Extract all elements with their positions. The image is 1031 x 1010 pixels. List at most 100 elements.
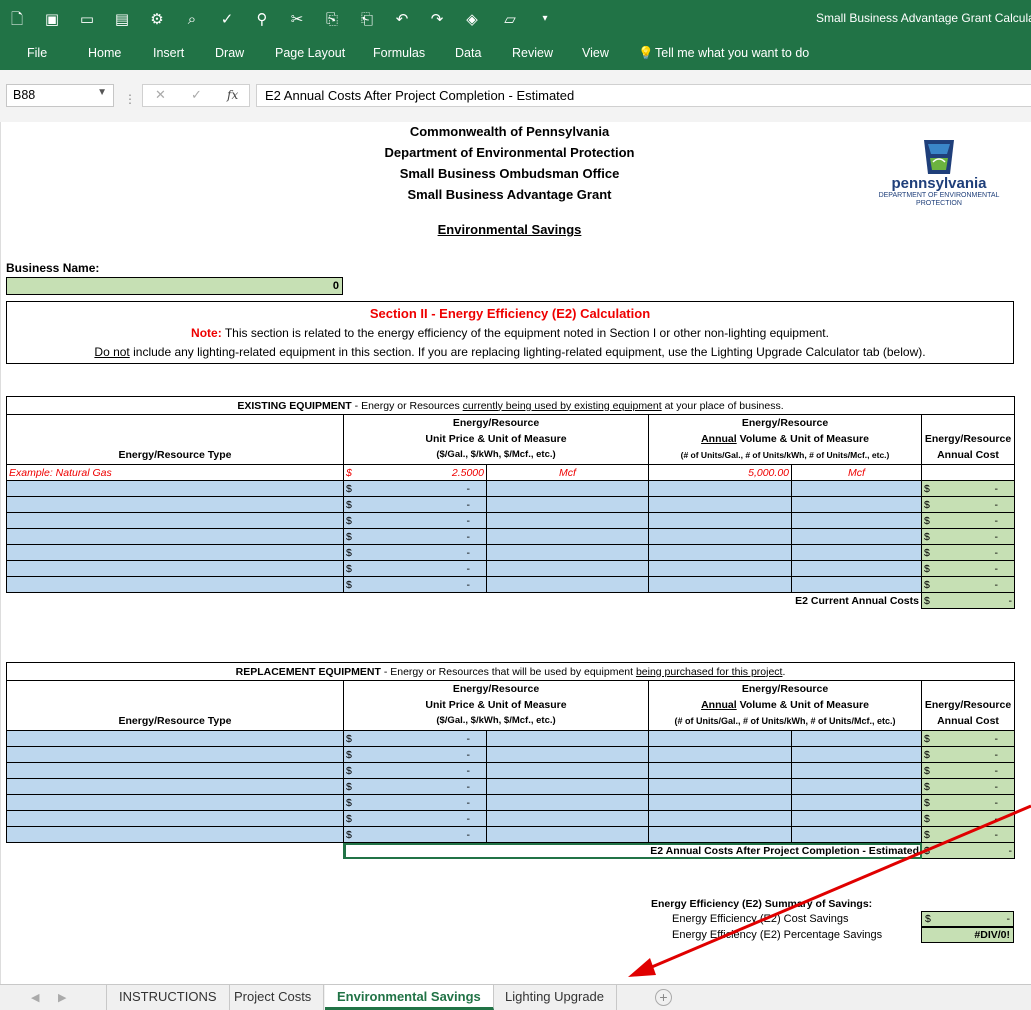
volume-cell[interactable] [648,480,792,497]
price-cell[interactable]: $ - [343,778,487,795]
format-painter-icon[interactable]: ⚙ [147,9,167,29]
tab-scroll-right-icon[interactable]: ▶ [58,991,66,1004]
save-all-icon[interactable]: ▤ [112,9,132,29]
type-cell[interactable] [6,576,344,593]
tab-environmental-savings[interactable]: Environmental Savings [325,985,494,1010]
tell-me-input[interactable]: Tell me what you want to do [655,46,809,60]
fill-color-icon[interactable]: ◈ [462,9,482,29]
volume-cell[interactable] [648,778,792,795]
redo-icon[interactable]: ↷ [427,9,447,29]
price-cell[interactable]: $ - [343,794,487,811]
type-cell[interactable] [6,512,344,529]
type-cell[interactable] [6,794,344,811]
new-icon[interactable]: 🗋 [7,9,27,29]
paste-icon[interactable]: ⎗ [357,9,377,29]
price-cell[interactable]: $ - [343,826,487,843]
volume-unit-cell[interactable] [791,810,922,827]
price-unit-cell[interactable] [486,810,649,827]
volume-cell[interactable] [648,576,792,593]
volume-cell[interactable] [648,746,792,763]
volume-unit-cell[interactable] [791,826,922,843]
tab-project-costs[interactable]: Project Costs [222,985,325,1010]
undo-icon[interactable]: ↶ [392,9,412,29]
price-cell[interactable]: $ - [343,746,487,763]
formula-input[interactable]: E2 Annual Costs After Project Completion… [256,84,1031,107]
type-cell[interactable] [6,544,344,561]
type-cell[interactable] [6,560,344,577]
volume-unit-cell[interactable] [791,730,922,747]
volume-unit-cell[interactable] [791,762,922,779]
price-cell[interactable]: $ - [343,560,487,577]
price-cell[interactable]: $ - [343,480,487,497]
volume-cell[interactable] [648,528,792,545]
menu-data[interactable]: Data [455,46,481,60]
price-cell[interactable]: $ - [343,512,487,529]
price-unit-cell[interactable] [486,528,649,545]
volume-unit-cell[interactable] [791,746,922,763]
volume-cell[interactable] [648,810,792,827]
price-unit-cell[interactable] [486,826,649,843]
volume-unit-cell[interactable] [791,512,922,529]
volume-unit-cell[interactable] [791,778,922,795]
price-unit-cell[interactable] [486,544,649,561]
price-unit-cell[interactable] [486,762,649,779]
replacement-total-label[interactable]: E2 Annual Costs After Project Completion… [343,842,922,859]
price-unit-cell[interactable] [486,730,649,747]
volume-unit-cell[interactable] [791,576,922,593]
menu-insert[interactable]: Insert [153,46,184,60]
type-cell[interactable] [6,480,344,497]
volume-cell[interactable] [648,560,792,577]
price-unit-cell[interactable] [486,576,649,593]
type-cell[interactable] [6,826,344,843]
business-name-cell[interactable]: 0 [6,277,343,295]
tab-lighting-upgrade[interactable]: Lighting Upgrade [493,985,618,1010]
menu-formulas[interactable]: Formulas [373,46,425,60]
cut-icon[interactable]: ✂ [287,9,307,29]
volume-cell[interactable] [648,496,792,513]
open-icon[interactable]: ▱ [500,9,520,29]
price-cell[interactable]: $ - [343,496,487,513]
volume-cell[interactable] [648,730,792,747]
save-icon[interactable]: ▭ [77,9,97,29]
price-cell[interactable]: $ - [343,544,487,561]
price-cell[interactable]: $ - [343,528,487,545]
volume-cell[interactable] [648,826,792,843]
price-unit-cell[interactable] [486,560,649,577]
volume-cell[interactable] [648,512,792,529]
type-cell[interactable] [6,528,344,545]
tab-scroll-left-icon[interactable]: ◀ [31,991,39,1004]
cancel-icon[interactable]: ✕ [155,87,166,103]
type-cell[interactable] [6,730,344,747]
type-cell[interactable] [6,810,344,827]
menu-review[interactable]: Review [512,46,553,60]
volume-unit-cell[interactable] [791,496,922,513]
volume-unit-cell[interactable] [791,480,922,497]
volume-cell[interactable] [648,794,792,811]
enter-icon[interactable]: ✓ [191,87,202,103]
price-unit-cell[interactable] [486,794,649,811]
menu-file[interactable]: File [27,46,47,60]
volume-cell[interactable] [648,762,792,779]
find-icon[interactable]: ⚲ [252,9,272,29]
menu-draw[interactable]: Draw [215,46,244,60]
chevron-down-icon[interactable]: ▼ [97,87,107,98]
volume-unit-cell[interactable] [791,794,922,811]
price-unit-cell[interactable] [486,746,649,763]
menu-home[interactable]: Home [88,46,121,60]
add-sheet-icon[interactable]: + [655,989,672,1006]
insert-function-icon[interactable]: fx [227,88,238,102]
type-cell[interactable] [6,778,344,795]
volume-unit-cell[interactable] [791,544,922,561]
copy-icon[interactable]: ⎘ [322,9,342,29]
price-unit-cell[interactable] [486,496,649,513]
price-cell[interactable]: $ - [343,576,487,593]
save-as-icon[interactable]: ▣ [42,9,62,29]
tab-instructions[interactable]: INSTRUCTIONS [106,985,230,1010]
customize-icon[interactable]: ▾ [535,9,555,29]
volume-unit-cell[interactable] [791,528,922,545]
type-cell[interactable] [6,746,344,763]
volume-cell[interactable] [648,544,792,561]
print-preview-icon[interactable]: ⌕ [182,9,202,29]
price-cell[interactable]: $ - [343,730,487,747]
price-unit-cell[interactable] [486,778,649,795]
